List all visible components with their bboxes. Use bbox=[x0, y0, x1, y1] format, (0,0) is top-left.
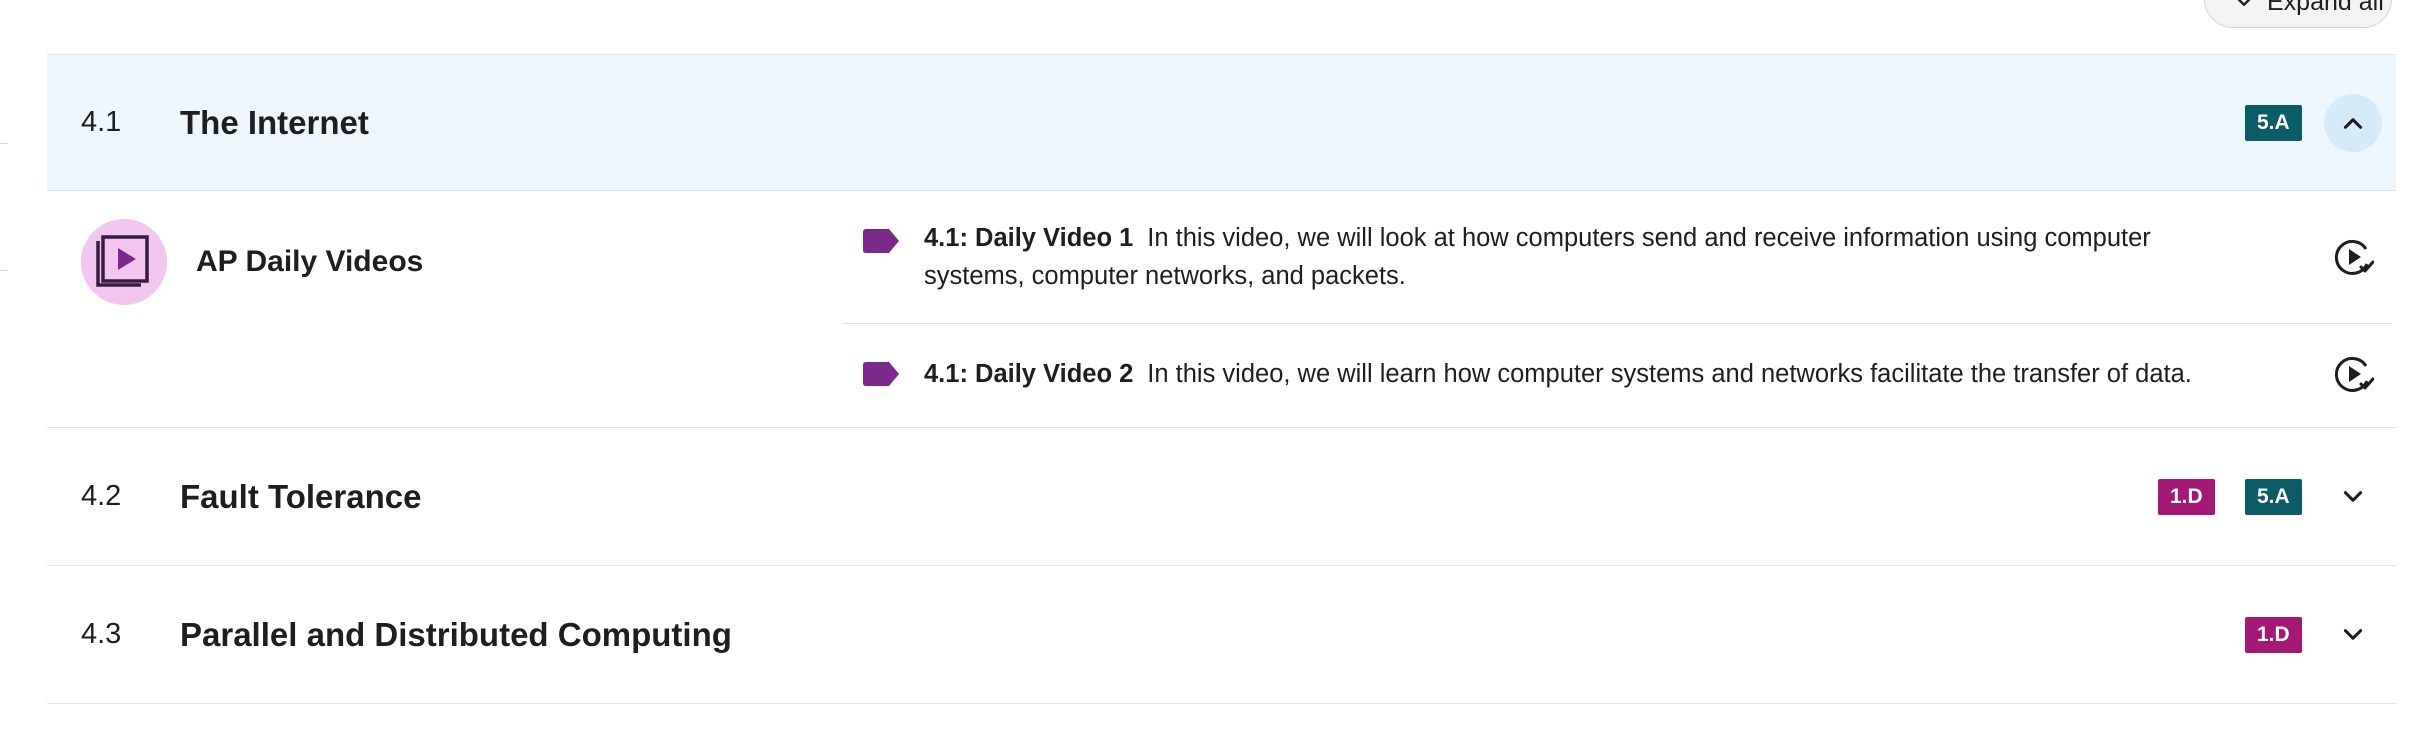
topic-4-1: 4.1 The Internet 5.A AP Daily Videos 4.1… bbox=[47, 54, 2396, 428]
expand-all-label: Expand all bbox=[2267, 0, 2384, 16]
chevron-down-icon bbox=[2343, 490, 2363, 502]
topic-content: AP Daily Videos 4.1: Daily Video 1 In thi… bbox=[47, 191, 2396, 427]
play-completed-icon[interactable] bbox=[2334, 354, 2374, 394]
skill-badge: 1.D bbox=[2158, 478, 2215, 515]
topic-title: The Internet bbox=[180, 103, 369, 141]
page: Expand all 4.1 The Internet 5.A AP Daily… bbox=[0, 0, 2428, 730]
video-text: 4.1: Daily Video 2 In this video, we will… bbox=[924, 355, 2254, 393]
expand-all-button[interactable]: Expand all bbox=[2204, 0, 2392, 28]
chevron-down-icon bbox=[2343, 628, 2363, 640]
category-label: AP Daily Videos bbox=[196, 245, 424, 278]
topic-title: Parallel and Distributed Computing bbox=[180, 615, 732, 653]
play-completed-icon[interactable] bbox=[2334, 237, 2374, 277]
video-description: In this video, we will learn how compute… bbox=[1147, 360, 2192, 388]
topic-4-2: 4.2 Fault Tolerance 1.D 5.A bbox=[47, 428, 2396, 566]
video-item[interactable]: 4.1: Daily Video 1 In this video, we will… bbox=[843, 191, 2392, 324]
topic-header[interactable]: 4.1 The Internet 5.A bbox=[47, 54, 2396, 191]
chevron-up-icon bbox=[2343, 117, 2363, 129]
topic-4-3: 4.3 Parallel and Distributed Computing 1… bbox=[47, 566, 2396, 704]
video-title: 4.1: Daily Video 1 bbox=[924, 224, 1134, 252]
topic-list: 4.1 The Internet 5.A AP Daily Videos 4.1… bbox=[47, 54, 2396, 704]
skill-badge: 1.D bbox=[2245, 616, 2302, 653]
collapse-button[interactable] bbox=[2324, 93, 2382, 152]
topic-header[interactable]: 4.3 Parallel and Distributed Computing 1… bbox=[47, 566, 2396, 703]
video-tag-icon bbox=[863, 229, 899, 253]
video-title: 4.1: Daily Video 2 bbox=[924, 360, 1134, 388]
topic-title: Fault Tolerance bbox=[180, 477, 422, 515]
sidebar-edge-marker bbox=[0, 143, 8, 144]
expand-button[interactable] bbox=[2324, 606, 2382, 664]
video-library-icon bbox=[81, 219, 167, 305]
topic-number: 4.1 bbox=[81, 106, 122, 138]
topic-header[interactable]: 4.2 Fault Tolerance 1.D 5.A bbox=[47, 428, 2396, 565]
skill-badge: 5.A bbox=[2245, 104, 2302, 141]
video-tag-icon bbox=[863, 362, 899, 386]
sidebar-edge-marker bbox=[0, 270, 8, 271]
expand-button[interactable] bbox=[2324, 468, 2382, 526]
video-text: 4.1: Daily Video 1 In this video, we will… bbox=[924, 219, 2254, 295]
skill-badge: 5.A bbox=[2245, 478, 2302, 515]
chevron-down-icon bbox=[2237, 0, 2251, 6]
topic-number: 4.2 bbox=[81, 480, 122, 512]
topic-number: 4.3 bbox=[81, 618, 122, 650]
video-item[interactable]: 4.1: Daily Video 2 In this video, we will… bbox=[843, 323, 2392, 427]
